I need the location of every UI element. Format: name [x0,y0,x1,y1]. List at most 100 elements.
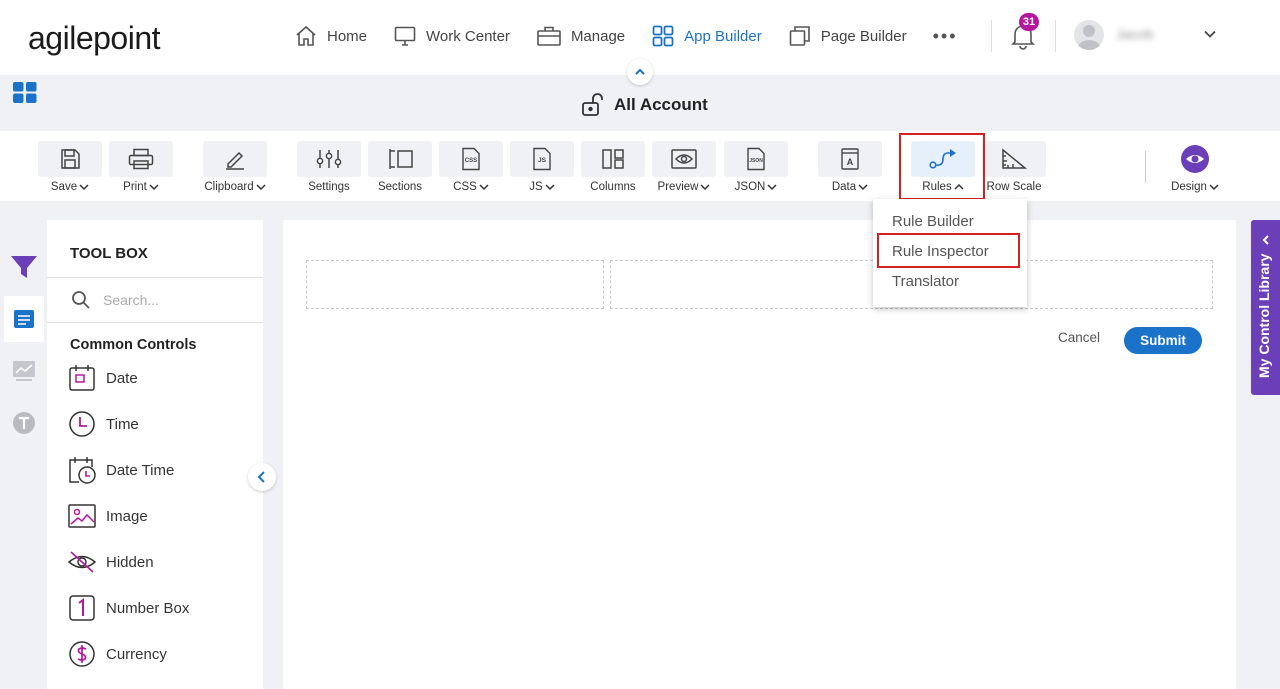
menu-item-translator[interactable]: Translator [892,273,959,290]
js-button[interactable]: JS JS [510,141,574,193]
sections-label: Sections [377,181,423,193]
text-controls-tab[interactable] [4,400,44,446]
form-cell[interactable] [306,260,604,309]
columns-icon [602,149,624,169]
text-circle-icon [13,412,35,434]
form-controls-tab[interactable] [4,296,44,342]
cancel-button[interactable]: Cancel [1058,330,1100,345]
main-nav: Home Work Center Manage App Builder Page… [294,24,958,48]
data-file-icon: A [841,148,859,170]
chevron-down-icon [79,184,89,191]
js-label: JS [529,181,543,193]
clipboard-button[interactable]: Clipboard [203,141,267,193]
common-controls-heading: Common Controls [70,337,197,353]
toolbox-search-input[interactable] [47,278,263,322]
chevron-down-icon [149,184,159,191]
chevron-down-icon [545,184,555,191]
css-file-icon: CSS [462,147,480,171]
sliders-icon [316,150,342,168]
chevron-up-icon [635,68,645,75]
print-button[interactable]: Print [109,141,173,193]
submit-button[interactable]: Submit [1124,327,1202,354]
control-currency[interactable]: Currency [67,639,167,669]
clipboard-label: Clipboard [204,181,254,193]
control-date[interactable]: Date [67,363,138,393]
print-label: Print [123,181,147,193]
number-box-icon [69,595,95,621]
control-number-box[interactable]: Number Box [67,593,189,623]
user-name[interactable]: Jacob [1116,26,1153,42]
chevron-down-icon[interactable] [1202,26,1218,42]
page-title-area: All Account [580,92,708,118]
save-icon [61,149,80,169]
save-label: Save [50,181,78,193]
control-date-label: Date [106,369,138,387]
nav-page-builder[interactable]: Page Builder [788,24,907,48]
agilepoint-logo[interactable]: agilepoint [28,20,161,57]
control-date-time[interactable]: Date Time [67,455,174,485]
menu-item-rule-builder[interactable]: Rule Builder [892,213,974,230]
charts-tab[interactable] [4,348,44,394]
my-control-library-tab[interactable]: My Control Library [1251,220,1280,395]
nav-app-builder-label: App Builder [684,27,762,45]
nav-home-label: Home [327,27,368,45]
svg-text:A: A [847,157,854,167]
nav-divider [991,20,992,52]
control-time[interactable]: Time [67,409,139,439]
control-date-time-label: Date Time [106,461,175,479]
eye-preview-icon [671,149,697,169]
data-button[interactable]: A Data [818,141,882,193]
user-avatar[interactable] [1074,20,1104,50]
notification-badge: 31 [1019,13,1039,31]
sections-button[interactable]: Sections [368,141,432,193]
css-label: CSS [453,181,477,193]
toolbox-title: TOOL BOX [70,245,148,262]
grid-icon [652,25,674,47]
settings-button[interactable]: Settings [297,141,361,193]
rule-inspector-highlight-box [877,233,1020,268]
printer-icon [128,148,154,170]
nav-page-builder-label: Page Builder [820,27,907,45]
design-label: Design [1171,181,1207,193]
control-image[interactable]: Image [67,501,148,531]
columns-button[interactable]: Columns [581,141,645,193]
control-number-box-label: Number Box [106,599,190,617]
filter-tab[interactable] [4,244,44,290]
user-icon [1077,25,1101,50]
ruler-icon [1002,148,1028,169]
briefcase-icon [537,26,561,46]
chevron-down-icon [767,184,777,191]
columns-label: Columns [590,181,636,193]
page-title: All Account [614,95,708,114]
rules-highlight-box [899,133,985,200]
calendar-clock-icon [69,457,96,484]
save-button[interactable]: Save [38,141,102,193]
chevron-left-icon [1262,235,1269,245]
preview-button[interactable]: Preview [652,141,716,193]
control-currency-label: Currency [106,645,167,663]
css-button[interactable]: CSS CSS [439,141,503,193]
nav-manage[interactable]: Manage [536,24,625,48]
chevron-down-icon [256,184,266,191]
chevron-down-icon [700,184,710,191]
json-label: JSON [734,181,766,193]
unlock-icon[interactable] [580,92,606,118]
form-canvas [283,220,1236,689]
more-menu-icon[interactable]: ••• [933,26,958,47]
collapse-header-button[interactable] [627,59,653,85]
image-icon [68,504,96,528]
collapse-toolbox-button[interactable] [248,463,276,491]
json-button[interactable]: JSON JSON [724,141,788,193]
form-toolbar: Save Print Clipboard Settings Sections C… [0,131,1280,201]
row-scale-button[interactable]: Row Scale [982,141,1046,193]
nav-app-builder[interactable]: App Builder [651,24,762,48]
control-hidden[interactable]: Hidden [67,547,154,577]
design-button[interactable]: Design [1163,141,1227,193]
apps-grid-icon[interactable] [13,82,37,104]
pages-icon [789,26,810,46]
list-icon [14,310,34,328]
clock-icon [69,411,95,437]
nav-work-center[interactable]: Work Center [393,24,510,48]
svg-text:JSON: JSON [749,158,763,164]
nav-home[interactable]: Home [294,24,367,48]
